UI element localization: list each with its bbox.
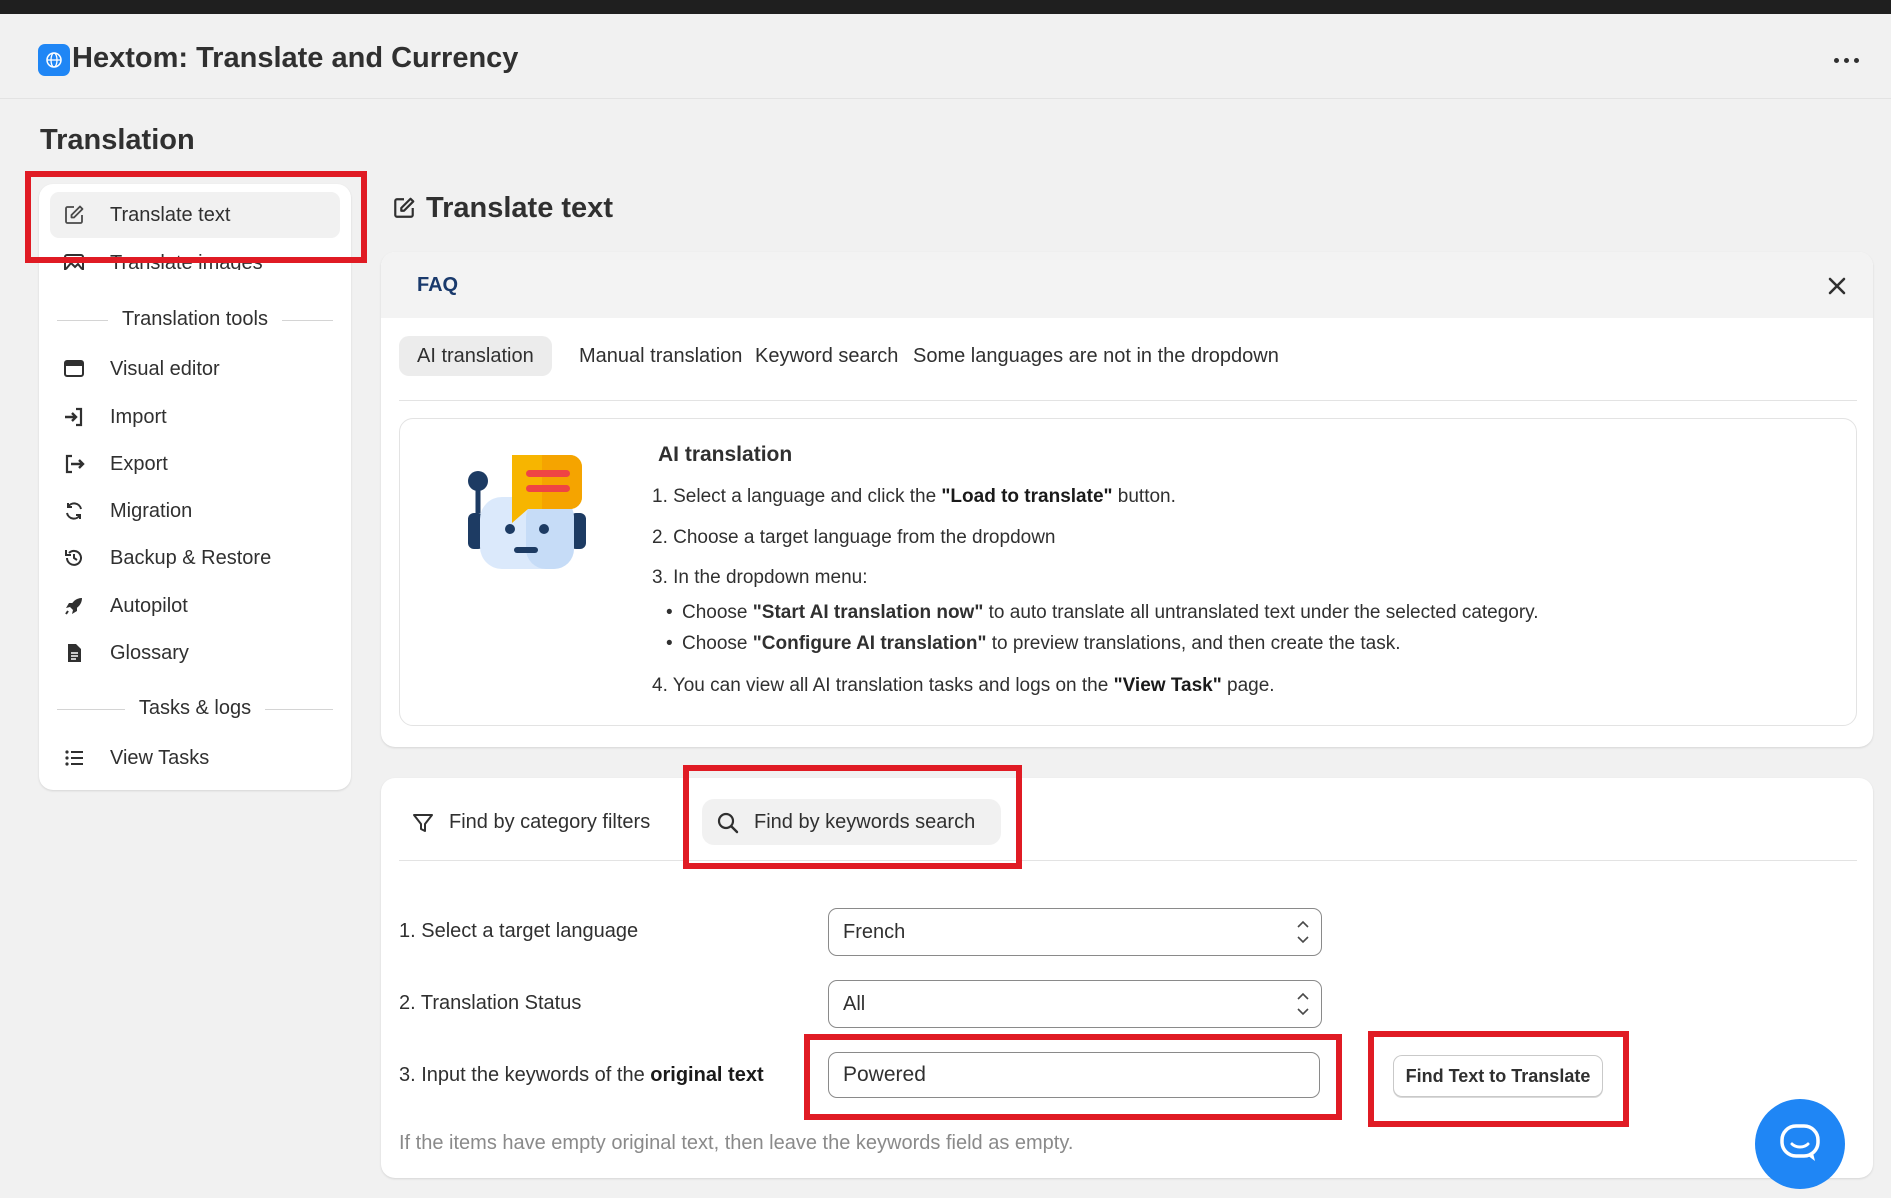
close-icon[interactable] — [1823, 272, 1851, 300]
tab-find-by-keywords-search[interactable]: Find by keywords search — [702, 799, 1001, 845]
select-value: All — [843, 993, 866, 1015]
sidebar-item-label: Export — [110, 453, 168, 475]
filter-icon — [411, 811, 435, 835]
tasks-logs-divider: Tasks & logs — [57, 697, 333, 721]
sidebar-item-backup-restore[interactable]: Backup & Restore — [50, 535, 340, 581]
target-language-label: 1. Select a target language — [399, 920, 639, 942]
tab-keyword-search[interactable]: Keyword search — [737, 336, 916, 376]
faq-title: FAQ — [417, 274, 459, 296]
keywords-hint: If the items have empty original text, t… — [399, 1132, 1074, 1154]
faq-card: FAQ AI translation Manual translation Ke… — [381, 252, 1873, 747]
sidebar-item-label: Migration — [110, 500, 193, 522]
tasks-logs-heading: Tasks & logs — [124, 697, 266, 719]
faq-content: AI translation 1. Select a language and … — [399, 418, 1857, 726]
translation-tools-divider: Translation tools — [57, 308, 333, 332]
edit-icon — [392, 196, 416, 220]
translation-tools-heading: Translation tools — [108, 308, 282, 330]
sidebar-item-label: Backup & Restore — [110, 547, 272, 569]
faq-step-1: 1. Select a language and click the "Load… — [652, 486, 1176, 507]
translation-status-select[interactable]: All — [828, 980, 1322, 1028]
search-card: Find by category filters Find by keyword… — [381, 778, 1873, 1178]
browser-top-bar — [0, 0, 1891, 14]
refresh-icon — [63, 500, 85, 522]
sidebar-item-label: Glossary — [110, 642, 189, 664]
tab-ai-translation[interactable]: AI translation — [399, 336, 552, 376]
sidebar-item-label: Translate images — [110, 252, 263, 270]
ai-translation-title: AI translation — [658, 443, 793, 466]
target-language-select[interactable]: French — [828, 908, 1322, 956]
robot-chat-icon — [468, 455, 586, 571]
app-header: Hextom: Translate and Currency — [0, 14, 1891, 99]
sidebar-item-migration[interactable]: Migration — [50, 488, 340, 534]
browser-window-icon — [63, 358, 85, 380]
sidebar-item-autopilot[interactable]: Autopilot — [50, 583, 340, 629]
sidebar-item-view-tasks[interactable]: View Tasks — [50, 735, 340, 781]
select-value: French — [843, 921, 906, 943]
sidebar-item-label: Visual editor — [110, 358, 220, 380]
divider — [399, 400, 1857, 401]
search-icon — [716, 811, 740, 835]
tab-label: Find by category filters — [449, 811, 651, 833]
more-actions-button[interactable] — [1831, 46, 1863, 74]
sidebar-item-import[interactable]: Import — [50, 394, 340, 440]
page-title: Translate text — [426, 192, 613, 224]
image-icon — [63, 252, 85, 270]
sidebar-item-label: Autopilot — [110, 595, 188, 617]
history-icon — [63, 547, 85, 569]
sidebar-item-translate-text[interactable]: Translate text — [50, 192, 340, 238]
tab-find-by-category-filters[interactable]: Find by category filters — [397, 799, 667, 845]
edit-icon — [63, 204, 85, 226]
keywords-input[interactable] — [828, 1052, 1320, 1098]
translation-status-label: 2. Translation Status — [399, 992, 582, 1014]
keywords-label: 3. Input the keywords of the original te… — [399, 1064, 764, 1086]
chevron-up-down-icon — [1295, 917, 1311, 947]
sidebar-item-translate-images[interactable]: Translate images — [50, 240, 340, 270]
sidebar-item-glossary[interactable]: Glossary — [50, 630, 340, 676]
import-icon — [63, 406, 85, 428]
app-title: Hextom: Translate and Currency — [72, 42, 519, 74]
faq-bullet-1: Choose "Start AI translation now" to aut… — [666, 602, 1539, 624]
sidebar-item-visual-editor[interactable]: Visual editor — [50, 346, 340, 392]
chevron-up-down-icon — [1295, 989, 1311, 1019]
list-icon — [63, 747, 85, 769]
section-title: Translation — [40, 124, 195, 156]
sidebar-item-label: Translate text — [110, 204, 231, 226]
rocket-icon — [63, 595, 85, 617]
tab-label: Find by keywords search — [754, 811, 976, 833]
tab-manual-translation[interactable]: Manual translation — [561, 336, 760, 376]
faq-step-4: 4. You can view all AI translation tasks… — [652, 675, 1275, 696]
find-text-to-translate-button[interactable]: Find Text to Translate — [1393, 1055, 1603, 1097]
faq-step-3: 3. In the dropdown menu: — [652, 567, 868, 588]
sidebar: Translate text Translate images Translat… — [39, 184, 351, 790]
chat-support-button[interactable] — [1755, 1099, 1845, 1189]
export-icon — [63, 453, 85, 475]
divider — [399, 860, 1857, 861]
sidebar-item-label: Import — [110, 406, 167, 428]
faq-step-2: 2. Choose a target language from the dro… — [652, 527, 1056, 548]
faq-header: FAQ — [381, 252, 1873, 318]
sidebar-item-label: View Tasks — [110, 747, 210, 769]
tab-languages-not-in-dropdown[interactable]: Some languages are not in the dropdown — [895, 336, 1297, 376]
faq-bullet-2: Choose "Configure AI translation" to pre… — [666, 633, 1401, 655]
document-icon — [63, 642, 85, 664]
sidebar-item-export[interactable]: Export — [50, 441, 340, 487]
globe-icon — [38, 44, 70, 76]
